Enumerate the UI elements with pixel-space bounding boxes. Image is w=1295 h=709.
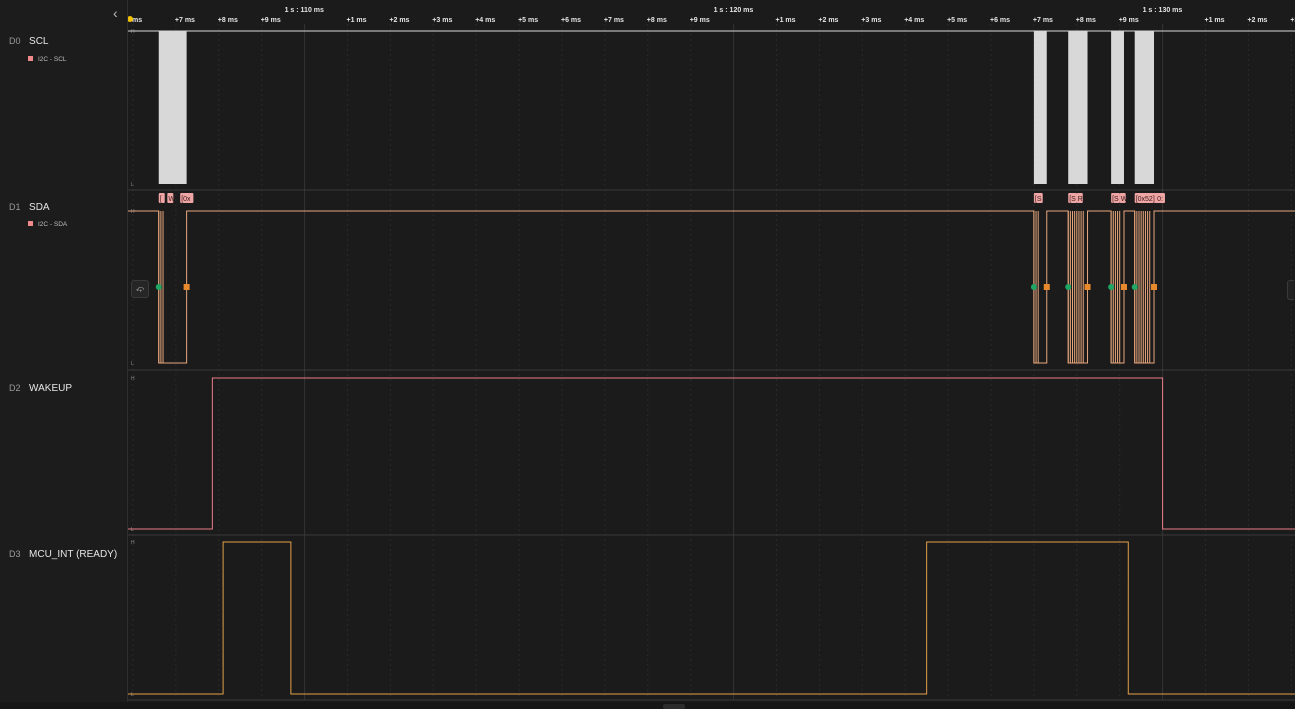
channel-panel: ‹ D0 SCL I2C - SCL D1 SDA I2C - SDA D2 W… xyxy=(0,0,128,709)
time-tick-label: +7 ms xyxy=(604,17,624,24)
i2c-start-marker xyxy=(1065,284,1072,290)
time-tick-label: +5 ms xyxy=(947,17,967,24)
channel-id: D0 xyxy=(9,36,21,46)
level-low-label: L xyxy=(131,361,134,367)
i2c-stop-marker xyxy=(1084,284,1091,290)
i2c-stop-marker xyxy=(1043,284,1050,290)
channel-label-d1[interactable]: D1 SDA xyxy=(9,202,50,218)
i2c-stop-marker xyxy=(183,284,190,290)
zoom-fit-icon[interactable]: ⤽ xyxy=(131,280,149,298)
time-tick-label: +3 m xyxy=(1290,17,1295,24)
level-low-label: L xyxy=(131,527,134,533)
channel-id: D1 xyxy=(9,202,21,212)
time-tick-label: +8 ms xyxy=(647,17,667,24)
decode-text: [0x xyxy=(181,196,191,203)
scl-clock-burst xyxy=(1134,31,1155,184)
time-tick-label: +6 ms xyxy=(990,17,1010,24)
i2c-stop-marker xyxy=(1120,284,1127,290)
time-tick-label: +1 ms xyxy=(347,17,367,24)
scrollbar-track xyxy=(0,702,1295,709)
side-panel-tab[interactable] xyxy=(1287,280,1294,300)
time-tick-label: 1 s : 120 ms xyxy=(714,7,754,14)
time-tick-label: +6 ms xyxy=(561,17,581,24)
level-high-label: H xyxy=(131,540,135,546)
decode-text: [S xyxy=(1112,196,1119,203)
time-tick-label: +4 ms xyxy=(475,17,495,24)
scl-clock-burst xyxy=(1033,31,1047,184)
analyzer-name: I2C - SCL xyxy=(38,56,67,63)
time-tick-label: +1 ms xyxy=(776,17,796,24)
channel-name: MCU_INT (READY) xyxy=(29,549,118,560)
i2c-stop-marker xyxy=(1151,284,1158,290)
i2c-start-marker xyxy=(1131,284,1138,290)
channel-label-d3[interactable]: D3 MCU_INT (READY) xyxy=(9,549,117,565)
time-tick-label: +5 ms xyxy=(518,17,538,24)
time-tick-label: +9 ms xyxy=(261,17,281,24)
channel-name: WAKEUP xyxy=(29,383,72,394)
time-tick-label: +3 ms xyxy=(432,17,452,24)
decode-text: W xyxy=(168,196,175,203)
time-tick-label: 1 s : 130 ms xyxy=(1143,7,1183,14)
decode-text: [S xyxy=(1069,196,1076,203)
decode-text: [0x52] xyxy=(1136,196,1155,203)
channel-id: D2 xyxy=(9,383,21,393)
channel-label-d0[interactable]: D0 SCL xyxy=(9,36,48,52)
logic-analyzer-window: ms +7 ms +8 ms +9 ms 1 s : 110 ms +1 ms +2 ms +… xyxy=(0,0,1295,709)
i2c-start-marker xyxy=(1108,284,1115,290)
chevron-left-icon[interactable]: ‹ xyxy=(113,6,125,20)
decode-text: [ xyxy=(160,196,162,203)
channel-name: SDA xyxy=(29,202,50,213)
time-tick-label: +2 ms xyxy=(1247,17,1267,24)
channel-name: SCL xyxy=(29,36,49,47)
channel-id: D3 xyxy=(9,549,21,559)
scl-clock-burst xyxy=(1068,31,1088,184)
scl-clock-burst xyxy=(1111,31,1124,184)
analyzer-color-swatch xyxy=(28,56,33,61)
time-tick-label: +7 ms xyxy=(1033,17,1053,24)
time-tick-label: +2 ms xyxy=(389,17,409,24)
level-high-label: H xyxy=(131,376,135,382)
time-tick-label: +2 ms xyxy=(818,17,838,24)
level-low-label: L xyxy=(131,182,134,188)
level-high-label: H xyxy=(131,29,135,35)
time-tick-label: +4 ms xyxy=(904,17,924,24)
analyzer-chip-scl[interactable]: I2C - SCL xyxy=(28,56,67,63)
time-tick-label: +8 ms xyxy=(1076,17,1096,24)
level-low-label: L xyxy=(131,692,134,698)
analyzer-color-swatch xyxy=(28,221,33,226)
time-tick-label: +3 ms xyxy=(861,17,881,24)
decode-text: W xyxy=(1121,196,1128,203)
time-tick-label: 1 s : 110 ms xyxy=(285,7,324,14)
time-tick-label: +9 ms xyxy=(1119,17,1139,24)
decode-text: R xyxy=(1078,196,1083,203)
waveform-area[interactable]: ms +7 ms +8 ms +9 ms 1 s : 110 ms +1 ms +2 ms +… xyxy=(0,0,1295,709)
analyzer-name: I2C - SDA xyxy=(38,221,68,228)
time-tick-label: +7 ms xyxy=(175,17,195,24)
time-tick-label: +8 ms xyxy=(218,17,238,24)
time-tick-label: +1 ms xyxy=(1205,17,1225,24)
scl-clock-burst xyxy=(158,31,187,184)
level-high-label: H xyxy=(131,209,135,215)
time-tick-label: +9 ms xyxy=(690,17,710,24)
time-tick-label: ms xyxy=(132,17,142,24)
i2c-start-marker xyxy=(155,284,162,290)
horizontal-scrollbar[interactable] xyxy=(663,704,685,709)
decode-text: [S xyxy=(1035,196,1042,203)
analyzer-chip-sda[interactable]: I2C - SDA xyxy=(28,221,67,228)
decode-text: 0: xyxy=(1157,196,1163,203)
i2c-start-marker xyxy=(1030,284,1037,290)
channel-label-d2[interactable]: D2 WAKEUP xyxy=(9,383,72,399)
